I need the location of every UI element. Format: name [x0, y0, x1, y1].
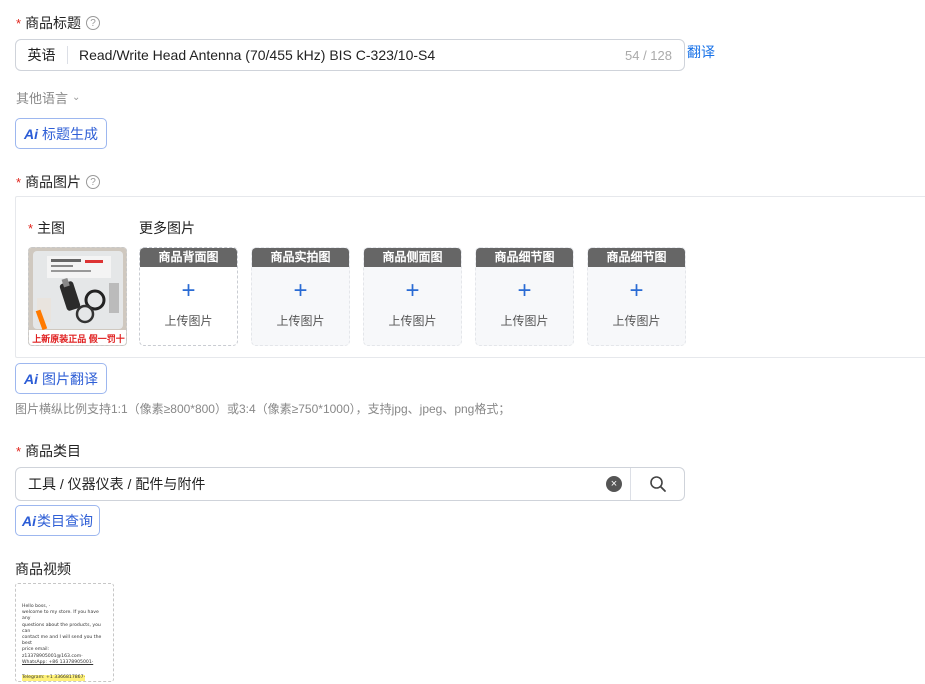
chevron-down-icon: ⌄ [72, 92, 81, 103]
upload-slot-real[interactable]: 商品实拍图 + 上传图片 [251, 247, 350, 346]
plus-icon: + [181, 277, 196, 304]
more-images-label: 更多图片 [139, 220, 195, 236]
video-text-line: questions about the products, you can [22, 622, 101, 634]
upload-label: 上传图片 [500, 314, 549, 328]
category-input[interactable]: 工具 / 仪器仪表 / 配件与附件 [16, 474, 606, 494]
required-mark: * [16, 15, 22, 31]
translate-link[interactable]: 翻译 [687, 42, 715, 62]
title-input[interactable]: Read/Write Head Antenna (70/455 kHz) BIS… [68, 47, 625, 63]
title-input-box[interactable]: 英语 Read/Write Head Antenna (70/455 kHz) … [15, 39, 685, 71]
slot-title: 商品背面图 [140, 248, 237, 267]
required-mark: * [16, 174, 22, 190]
image-format-hint: 图片横纵比例支持1:1（像素≥800*800）或3:4（像素≥750*1000）… [15, 402, 511, 416]
help-icon[interactable]: ? [86, 175, 101, 189]
other-language-label: 其他语言 [16, 91, 69, 106]
required-mark: * [28, 220, 34, 236]
slot-title: 商品细节图 [476, 248, 573, 267]
plus-icon: + [629, 277, 644, 304]
image-label: 商品图片 [25, 174, 82, 190]
plus-icon: + [293, 277, 308, 304]
help-icon[interactable]: ? [86, 16, 101, 30]
video-text-line: WhatsApp: +86 13378905001· [22, 659, 94, 665]
plus-icon: + [405, 277, 420, 304]
ai-category-query-label: 类目查询 [37, 512, 93, 529]
ai-title-generate-button[interactable]: Ai 标题生成 [15, 118, 107, 149]
clear-icon[interactable]: × [606, 476, 622, 492]
slot-title: 商品实拍图 [252, 248, 349, 267]
video-text-line: Telegram: +1 3366817867· [22, 675, 85, 681]
upload-label: 上传图片 [612, 314, 661, 328]
image-section-label: * 商品图片 ? [16, 172, 101, 192]
upload-slot-back[interactable]: 商品背面图 + 上传图片 [139, 247, 238, 346]
ai-title-generate-label: 标题生成 [42, 125, 98, 142]
upload-label: 上传图片 [164, 314, 213, 328]
ai-icon: Ai [22, 512, 36, 529]
category-section-label: * 商品类目 [16, 441, 81, 461]
ai-icon: Ai [24, 370, 38, 387]
video-thumbnail[interactable]: Hello boss, · welcome to my store. If yo… [15, 583, 114, 682]
title-label: 商品标题 [25, 15, 82, 31]
language-tag[interactable]: 英语 [16, 46, 68, 64]
upload-slot-detail-1[interactable]: 商品细节图 + 上传图片 [475, 247, 574, 346]
category-search-button[interactable] [630, 468, 684, 500]
ai-category-query-button[interactable]: Ai 类目查询 [15, 505, 100, 536]
required-mark: * [16, 443, 22, 459]
video-text-line: price email: z13378905001@163.com· [22, 647, 83, 659]
main-image-banner: 上新原装正品 假一罚十 [32, 334, 125, 344]
plus-icon: + [517, 277, 532, 304]
main-product-image[interactable]: 上新原装正品 假一罚十 [28, 247, 127, 346]
title-section-label: * 商品标题 ? [16, 13, 101, 33]
upload-slot-detail-2[interactable]: 商品细节图 + 上传图片 [587, 247, 686, 346]
video-text-line: contact me and I will send you the best [22, 635, 102, 647]
upload-slot-side[interactable]: 商品侧面图 + 上传图片 [363, 247, 462, 346]
slot-title: 商品侧面图 [364, 248, 461, 267]
category-label: 商品类目 [25, 443, 82, 459]
ai-image-translate-label: 图片翻译 [42, 370, 98, 387]
upload-label: 上传图片 [276, 314, 325, 328]
video-text-line: welcome to my store. If you have any [22, 610, 99, 622]
title-char-counter: 54 / 128 [625, 47, 672, 63]
video-section-label: 商品视频 [15, 561, 71, 577]
ai-icon: Ai [24, 125, 38, 142]
search-icon [649, 476, 666, 492]
slot-title: 商品细节图 [588, 248, 685, 267]
upload-label: 上传图片 [388, 314, 437, 328]
ai-image-translate-button[interactable]: Ai 图片翻译 [15, 363, 107, 394]
other-language-toggle[interactable]: 其他语言 ⌄ [16, 88, 80, 107]
main-image-label: * 主图 [28, 218, 65, 238]
category-field[interactable]: 工具 / 仪器仪表 / 配件与附件 × [15, 467, 685, 501]
main-image-label-text: 主图 [37, 220, 66, 236]
